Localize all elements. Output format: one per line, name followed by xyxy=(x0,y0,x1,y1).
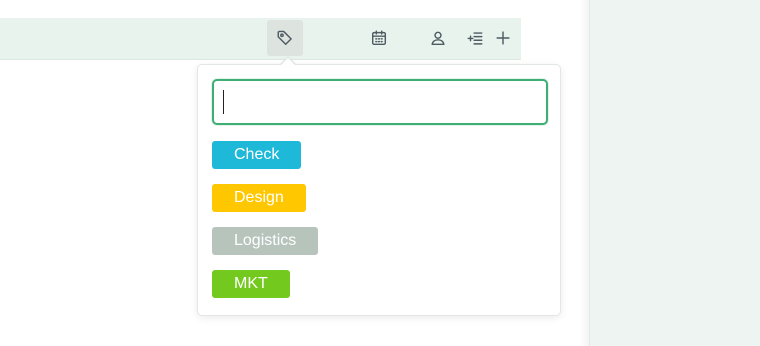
tag-search-field[interactable] xyxy=(212,79,548,125)
tag-button[interactable] xyxy=(267,20,303,56)
add-list-icon xyxy=(467,32,483,45)
plus-icon xyxy=(496,31,510,45)
tag-option-mkt[interactable]: MKT xyxy=(212,270,290,298)
tag-option-check[interactable]: Check xyxy=(212,141,302,169)
tag-picker-popover: Check Design Logistics MKT xyxy=(197,64,561,316)
right-side-panel xyxy=(589,0,760,346)
popover-caret-inner xyxy=(280,57,296,66)
text-cursor xyxy=(223,90,224,114)
tag-option-logistics[interactable]: Logistics xyxy=(212,227,319,255)
tag-option-design[interactable]: Design xyxy=(212,184,306,212)
assign-button[interactable] xyxy=(420,20,456,56)
tag-icon xyxy=(277,30,292,46)
tag-search-input[interactable] xyxy=(214,81,546,123)
calendar-icon xyxy=(371,30,387,46)
add-button[interactable] xyxy=(485,20,521,56)
due-date-button[interactable] xyxy=(361,20,397,56)
task-toolbar xyxy=(0,18,521,60)
person-icon xyxy=(431,31,445,46)
